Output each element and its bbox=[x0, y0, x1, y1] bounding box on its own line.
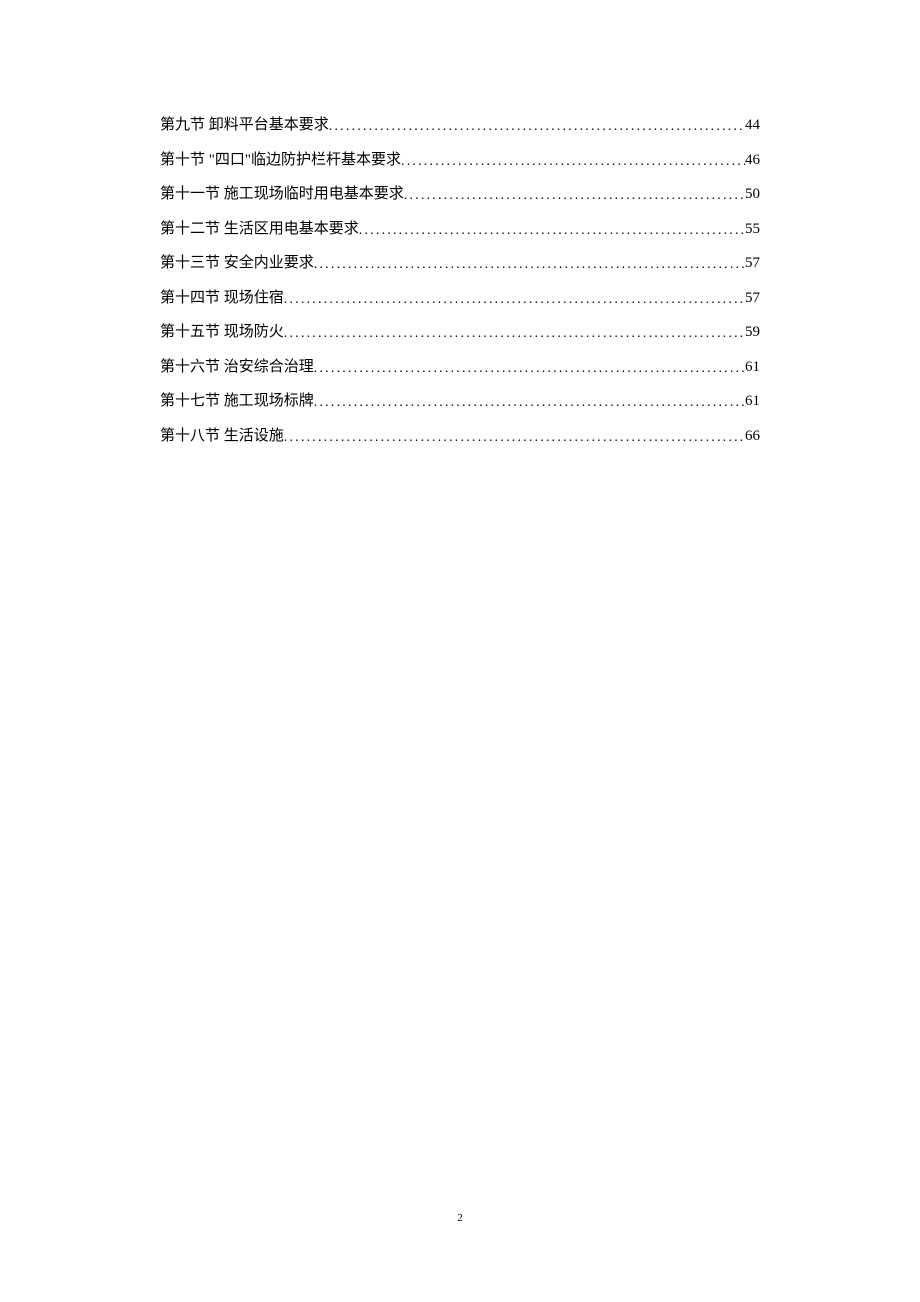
toc-entry: 第十六节 治安综合治理 61 bbox=[160, 360, 760, 375]
toc-entry-page: 66 bbox=[745, 429, 760, 444]
toc-entry-page: 57 bbox=[745, 256, 760, 271]
toc-entry-label: 第十六节 治安综合治理 bbox=[160, 360, 314, 375]
toc-entry-label: 第十二节 生活区用电基本要求 bbox=[160, 222, 359, 237]
toc-entry-page: 55 bbox=[745, 222, 760, 237]
toc-entry: 第十一节 施工现场临时用电基本要求 50 bbox=[160, 187, 760, 202]
toc-entry: 第十三节 安全内业要求 57 bbox=[160, 256, 760, 271]
dot-leader bbox=[314, 396, 745, 410]
toc-entry-label: 第十八节 生活设施 bbox=[160, 429, 284, 444]
toc-entry: 第十节 "四口"临边防护栏杆基本要求 46 bbox=[160, 153, 760, 168]
dot-leader bbox=[284, 431, 745, 445]
document-page: 第九节 卸料平台基本要求 44 第十节 "四口"临边防护栏杆基本要求 46 第十… bbox=[0, 0, 920, 444]
toc-entry: 第十五节 现场防火 59 bbox=[160, 325, 760, 340]
dot-leader bbox=[314, 258, 745, 272]
toc-entry: 第十八节 生活设施 66 bbox=[160, 429, 760, 444]
dot-leader bbox=[284, 327, 745, 341]
toc-entry: 第十四节 现场住宿 57 bbox=[160, 291, 760, 306]
toc-entry: 第十七节 施工现场标牌 61 bbox=[160, 394, 760, 409]
page-number: 2 bbox=[0, 1212, 920, 1224]
toc-entry-page: 61 bbox=[745, 360, 760, 375]
dot-leader bbox=[314, 362, 745, 376]
dot-leader bbox=[401, 155, 745, 169]
toc-entry-page: 50 bbox=[745, 187, 760, 202]
dot-leader bbox=[359, 224, 745, 238]
toc-entry-page: 44 bbox=[745, 118, 760, 133]
toc-list: 第九节 卸料平台基本要求 44 第十节 "四口"临边防护栏杆基本要求 46 第十… bbox=[160, 118, 760, 444]
toc-entry-label: 第十三节 安全内业要求 bbox=[160, 256, 314, 271]
toc-entry-page: 61 bbox=[745, 394, 760, 409]
toc-entry: 第九节 卸料平台基本要求 44 bbox=[160, 118, 760, 133]
dot-leader bbox=[404, 189, 745, 203]
dot-leader bbox=[329, 120, 745, 134]
dot-leader bbox=[284, 293, 745, 307]
toc-entry-label: 第十四节 现场住宿 bbox=[160, 291, 284, 306]
toc-entry-label: 第十节 "四口"临边防护栏杆基本要求 bbox=[160, 153, 401, 168]
toc-entry-label: 第十五节 现场防火 bbox=[160, 325, 284, 340]
toc-entry-page: 57 bbox=[745, 291, 760, 306]
toc-entry-label: 第十一节 施工现场临时用电基本要求 bbox=[160, 187, 404, 202]
toc-entry-label: 第九节 卸料平台基本要求 bbox=[160, 118, 329, 133]
toc-entry-label: 第十七节 施工现场标牌 bbox=[160, 394, 314, 409]
toc-entry-page: 46 bbox=[745, 153, 760, 168]
toc-entry: 第十二节 生活区用电基本要求 55 bbox=[160, 222, 760, 237]
toc-entry-page: 59 bbox=[745, 325, 760, 340]
